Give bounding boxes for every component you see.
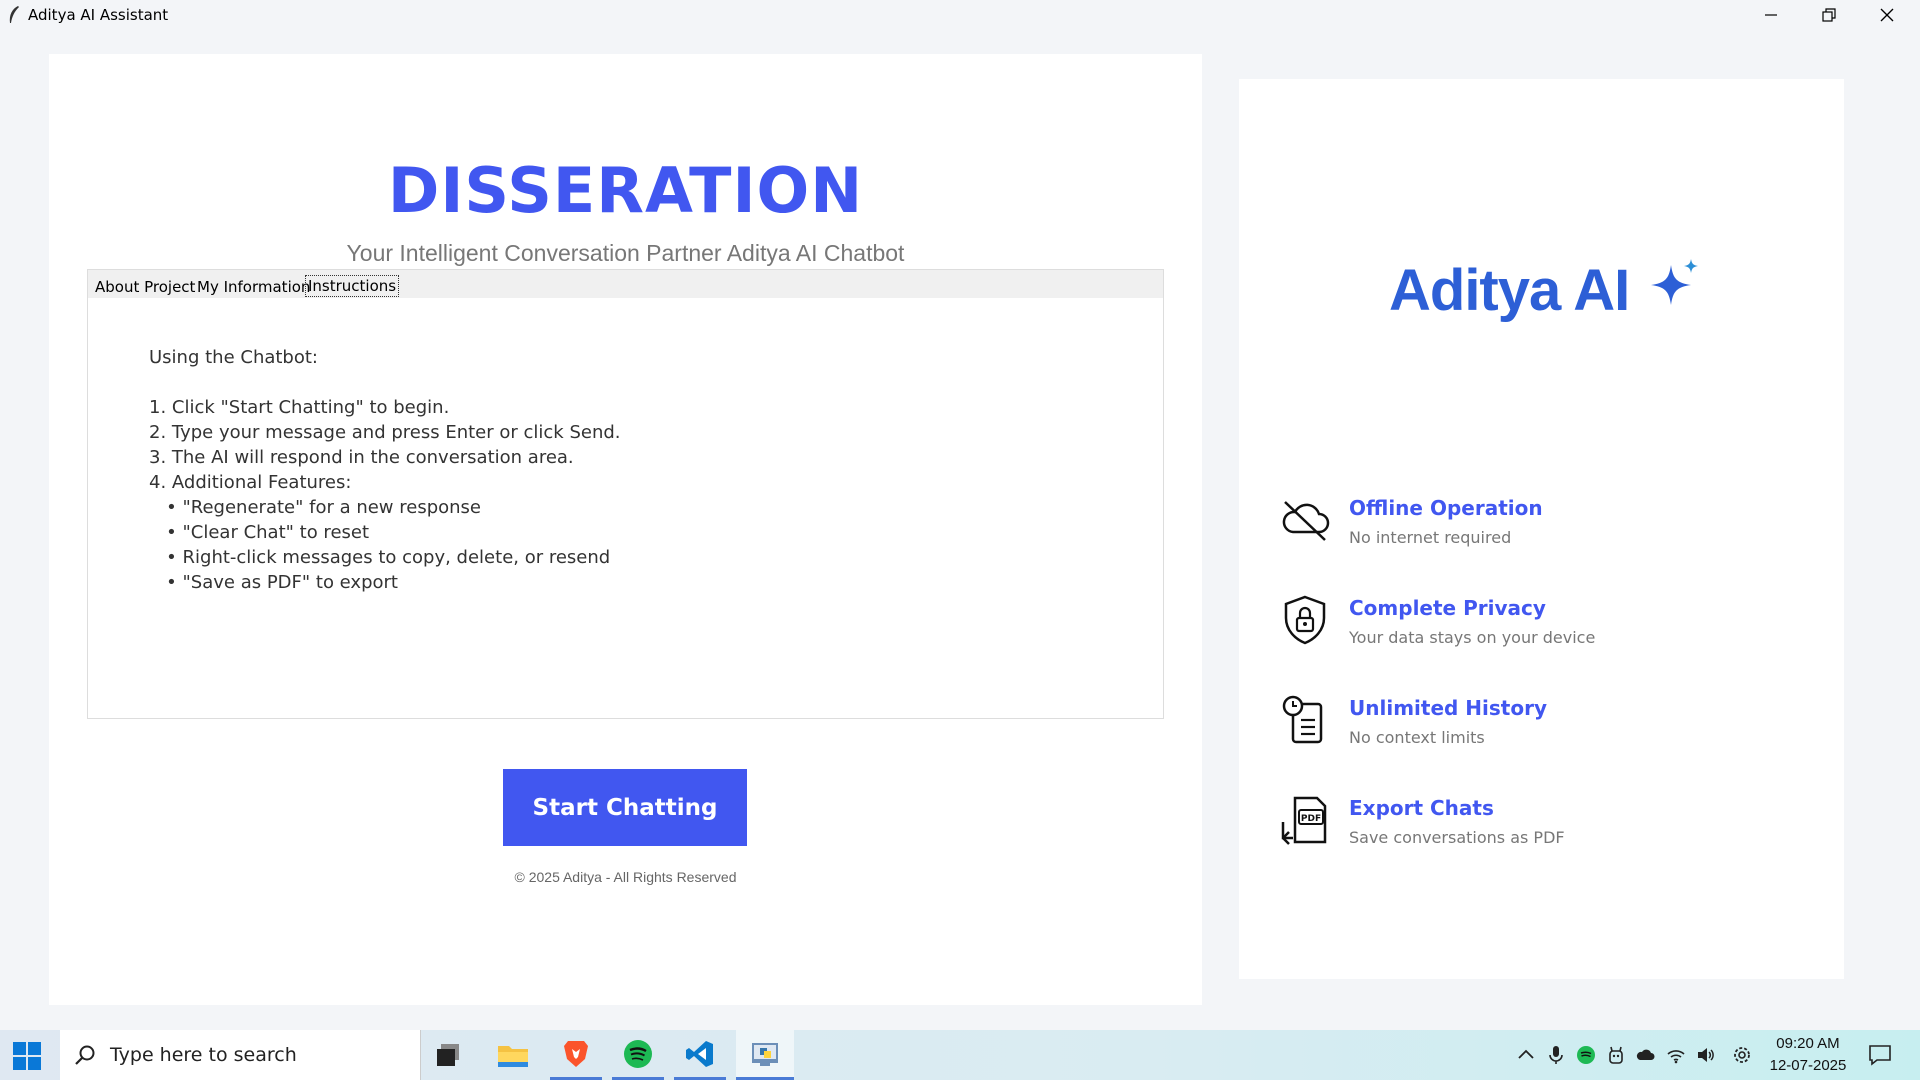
tab-instructions[interactable]: Instructions [305, 275, 400, 297]
microphone-icon[interactable] [1546, 1045, 1566, 1065]
restore-button[interactable] [1800, 0, 1858, 30]
instructions-text: Using the Chatbot: 1. Click "Start Chatti… [149, 345, 621, 595]
task-view-icon [437, 1044, 459, 1066]
clock-time[interactable]: 09:20 AM [1772, 1035, 1844, 1052]
taskbar: Type here to search 09:20 AM 12-07-2025 [0, 1030, 1920, 1080]
tab-my-information[interactable]: My Information [195, 277, 312, 297]
brave-browser-button[interactable] [550, 1030, 602, 1080]
minimize-button[interactable] [1742, 0, 1800, 30]
feather-app-icon [9, 6, 19, 23]
wifi-icon[interactable] [1666, 1045, 1686, 1065]
spotify-button[interactable] [612, 1030, 664, 1080]
tab-about-project[interactable]: About Project [93, 277, 197, 297]
notifications-icon[interactable] [1868, 1043, 1892, 1067]
minimize-icon [1765, 14, 1777, 16]
taskbar-search[interactable]: Type here to search [60, 1030, 421, 1080]
search-icon [75, 1045, 95, 1065]
page-subtitle: Your Intelligent Conversation Partner Ad… [346, 240, 905, 266]
instruction-line: 4. Additional Features: [149, 472, 352, 493]
copyright-footer: © 2025 Aditya - All Rights Reserved [514, 869, 737, 885]
vscode-button[interactable] [674, 1030, 726, 1080]
feature-desc: Your data stays on your device [1349, 628, 1596, 647]
tab-strip: About Project My Information Instruction… [88, 270, 1163, 298]
window-title: Aditya AI Assistant [28, 6, 169, 24]
feature-privacy: Complete Privacy Your data stays on your… [1279, 594, 1819, 654]
clock-date[interactable]: 12-07-2025 [1766, 1057, 1850, 1074]
cloud-off-icon [1282, 501, 1330, 541]
main-panel: DISSERATION Your Intelligent Conversatio… [49, 54, 1202, 1005]
shield-lock-icon [1284, 595, 1326, 645]
spotify-icon [624, 1039, 652, 1068]
spotify-tray-icon[interactable] [1576, 1045, 1596, 1065]
file-explorer-icon [498, 1046, 528, 1067]
settings-icon[interactable] [1732, 1045, 1752, 1065]
feature-title: Offline Operation [1349, 496, 1543, 520]
python-app-icon [752, 1042, 778, 1066]
instruction-line: • Right-click messages to copy, delete, … [149, 547, 611, 568]
features-panel: Aditya AI Offline Operation No internet … [1239, 79, 1844, 979]
file-explorer-button[interactable] [487, 1030, 539, 1080]
search-placeholder: Type here to search [110, 1044, 297, 1066]
vscode-icon [686, 1040, 713, 1067]
feature-desc: No internet required [1349, 528, 1512, 547]
instructions-title: Using the Chatbot: [149, 347, 318, 368]
feature-desc: Save conversations as PDF [1349, 828, 1565, 847]
title-bar: Aditya AI Assistant [0, 0, 1920, 30]
start-chatting-button[interactable]: Start Chatting [503, 769, 747, 846]
aditya-ai-logo: Aditya AI [1389, 257, 1699, 347]
history-icon [1282, 695, 1323, 744]
close-button[interactable] [1858, 0, 1916, 30]
instruction-line: 1. Click "Start Chatting" to begin. [149, 397, 450, 418]
feature-history: Unlimited History No context limits [1279, 694, 1819, 754]
feature-title: Unlimited History [1349, 696, 1547, 720]
python-app-button[interactable] [736, 1030, 794, 1080]
page-title: DISSERATION [387, 154, 864, 227]
app-tray-icon[interactable] [1606, 1045, 1626, 1065]
feature-desc: No context limits [1349, 728, 1485, 747]
instruction-line: 2. Type your message and press Enter or … [149, 422, 621, 443]
task-view-button[interactable] [422, 1030, 474, 1080]
instruction-line: 3. The AI will respond in the conversati… [149, 447, 574, 468]
sparkle-icon [1651, 259, 1698, 305]
volume-icon[interactable] [1696, 1045, 1716, 1065]
windows-start-icon[interactable] [12, 1041, 42, 1071]
close-icon [1880, 8, 1894, 22]
feature-export: PDF Export Chats Save conversations as P… [1279, 794, 1819, 854]
chevron-up-icon[interactable] [1516, 1045, 1536, 1065]
pdf-export-icon: PDF [1281, 796, 1327, 845]
feature-offline: Offline Operation No internet required [1279, 494, 1819, 554]
restore-icon [1822, 8, 1836, 22]
feature-title: Complete Privacy [1349, 596, 1546, 620]
brave-icon [564, 1040, 588, 1067]
logo-text: Aditya AI [1389, 258, 1630, 323]
svg-text:PDF: PDF [1301, 814, 1321, 824]
instruction-line: • "Save as PDF" to export [149, 572, 398, 593]
instruction-line: • "Clear Chat" to reset [149, 522, 370, 543]
info-notebook: About Project My Information Instruction… [87, 269, 1164, 719]
feature-title: Export Chats [1349, 796, 1494, 820]
cloud-tray-icon[interactable] [1636, 1045, 1656, 1065]
instruction-line: • "Regenerate" for a new response [149, 497, 482, 518]
